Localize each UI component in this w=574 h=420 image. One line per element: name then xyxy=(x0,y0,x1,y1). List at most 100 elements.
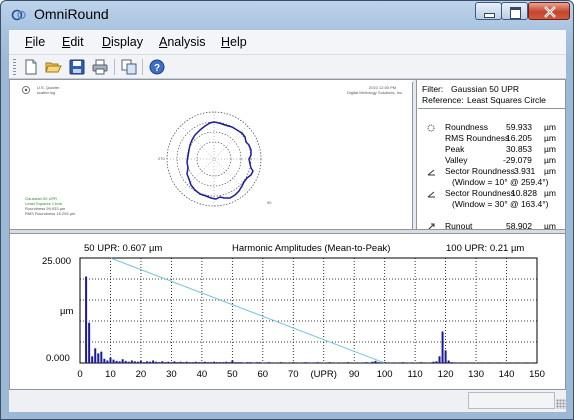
title-bar[interactable]: OmniRound xyxy=(1,1,573,28)
polar-grid xyxy=(166,111,262,207)
harmonic-bar xyxy=(447,360,450,363)
x-tick-label: 70 xyxy=(287,369,299,380)
x-tick-label: 140 xyxy=(498,369,515,380)
x-tick-label: 20 xyxy=(135,369,147,380)
result-window: (Window = 10° @ 259.4°) xyxy=(452,177,549,187)
menu-edit[interactable]: Edit xyxy=(62,35,84,49)
result-value: -29.079 xyxy=(503,155,532,165)
harmonic-bar xyxy=(529,362,532,364)
trend-line xyxy=(110,257,385,364)
vertical-splitter[interactable] xyxy=(413,80,417,229)
harmonic-bar xyxy=(334,362,337,364)
harmonic-bar xyxy=(341,362,344,364)
harmonic-bar xyxy=(273,362,276,364)
menu-help-mnemonic: H xyxy=(221,35,231,49)
close-button[interactable] xyxy=(528,2,570,20)
toolbar-separator xyxy=(142,59,143,75)
open-button[interactable] xyxy=(44,58,62,76)
app-window: OmniRound File Edit Display Analysis Hel… xyxy=(0,0,574,420)
minimize-button[interactable] xyxy=(475,2,502,20)
harmonic-bar xyxy=(85,276,88,363)
result-label: Roundness xyxy=(445,122,489,132)
toolbar: ? xyxy=(9,55,566,79)
harmonic-bar xyxy=(249,362,252,363)
harmonic-bar xyxy=(243,362,246,364)
top-pane: U.S. Quarter scatter.log 2010 12:00 PM D… xyxy=(10,80,565,231)
copy-button[interactable] xyxy=(120,58,138,76)
status-panel xyxy=(468,392,555,409)
harmonic-bar xyxy=(316,362,319,363)
harmonic-bar xyxy=(203,361,206,363)
harmonic-bar xyxy=(94,348,97,363)
polar-plot-panel[interactable]: U.S. Quarter scatter.log 2010 12:00 PM D… xyxy=(13,82,413,229)
menu-help[interactable]: Help xyxy=(221,35,247,49)
harmonic-bar xyxy=(435,361,438,363)
harmonic-bar xyxy=(377,362,380,363)
harmonic-bar xyxy=(146,361,149,363)
results-divider xyxy=(418,108,565,109)
x-tick-label: 10 xyxy=(105,369,116,380)
harmonic-bar xyxy=(200,362,203,363)
harmonic-bar xyxy=(228,362,231,363)
harmonic-bar xyxy=(152,360,155,363)
printer-icon xyxy=(92,59,108,75)
result-label: Sector Roundness xyxy=(445,166,515,176)
help-button[interactable]: ? xyxy=(148,58,166,76)
polar-ring xyxy=(186,131,242,187)
x-axis-label: (UPR) xyxy=(310,369,337,380)
resize-grip[interactable] xyxy=(556,399,566,409)
harmonic-bar xyxy=(188,362,191,363)
result-value: 16.205 xyxy=(506,133,532,143)
harmonic-bar xyxy=(511,362,514,364)
harmonic-bar xyxy=(310,362,313,364)
harmonic-bar xyxy=(206,362,209,363)
open-folder-icon xyxy=(45,62,62,73)
harmonic-bar xyxy=(292,362,295,363)
harmonic-bar xyxy=(124,360,127,363)
menu-file-label: ile xyxy=(32,35,46,49)
harmonic-bar xyxy=(328,362,331,363)
harmonic-bar xyxy=(252,362,255,364)
reference-value: Least Squares Circle xyxy=(467,95,546,105)
harmonic-bar xyxy=(127,361,130,363)
app-icon xyxy=(11,9,26,21)
harmonics-panel[interactable]: 50 UPR: 0.607 µm Harmonic Amplitudes (Me… xyxy=(10,234,565,389)
harmonic-bar xyxy=(100,351,103,363)
menu-display[interactable]: Display xyxy=(102,35,143,49)
harmonic-bar xyxy=(414,362,417,364)
harmonic-bar xyxy=(475,362,478,364)
harmonic-bar xyxy=(240,362,243,363)
harmonic-bar xyxy=(139,360,142,363)
result-unit: µm xyxy=(544,122,556,132)
harmonic-bar xyxy=(191,362,194,363)
menu-bar: File Edit Display Analysis Help xyxy=(9,30,566,55)
result-value: 10.828 xyxy=(511,188,537,198)
harmonic-bar xyxy=(219,362,222,363)
menu-file[interactable]: File xyxy=(25,35,45,49)
menu-analysis[interactable]: Analysis xyxy=(159,35,206,49)
menu-edit-label: dit xyxy=(70,35,84,49)
roundness-icon xyxy=(427,124,435,132)
harmonic-bar xyxy=(213,361,216,363)
harmonic-bar xyxy=(136,361,139,363)
harmonic-bar xyxy=(456,362,459,364)
harmonic-bar xyxy=(133,361,136,363)
harmonic-bar xyxy=(255,362,258,363)
harmonic-bar xyxy=(109,357,112,363)
toolbar-grip[interactable] xyxy=(13,59,16,75)
harmonic-bar xyxy=(432,361,435,363)
help-icon: ? xyxy=(149,59,165,75)
harmonic-bar xyxy=(194,361,197,363)
harmonic-bar xyxy=(258,362,261,363)
maximize-button[interactable] xyxy=(501,2,528,20)
print-button[interactable] xyxy=(91,58,109,76)
menu-analysis-label: nalysis xyxy=(167,35,206,49)
harmonic-bar xyxy=(438,356,441,363)
new-button[interactable] xyxy=(22,58,40,76)
save-button[interactable] xyxy=(68,58,86,76)
harmonic-bar xyxy=(441,331,444,363)
harmonic-bar xyxy=(97,353,100,363)
filter-value: Gaussian 50 UPR xyxy=(451,84,520,94)
close-icon xyxy=(544,6,556,18)
harmonic-bar xyxy=(380,362,383,364)
